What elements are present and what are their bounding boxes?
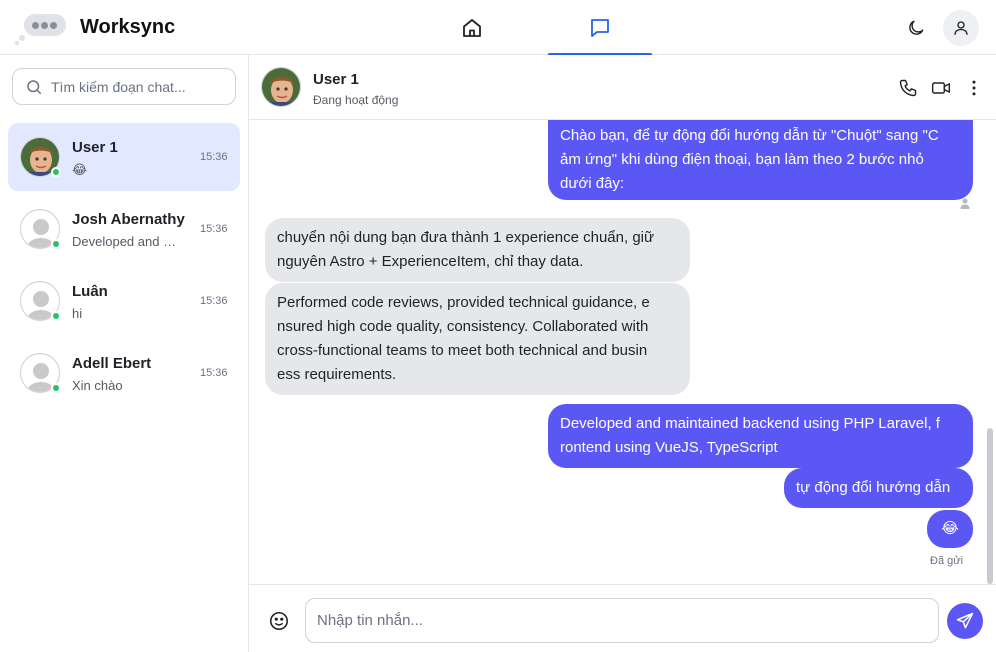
conversation-name: Adell Ebert	[72, 355, 152, 372]
message-line: cross-functional teams to meet both tech…	[277, 342, 648, 359]
message-line: nguyên Astro + ExperienceItem, chỉ thay …	[277, 253, 584, 270]
conversation-name: Luân	[72, 283, 108, 300]
message-line: Developed and maintained backend using P…	[560, 415, 940, 432]
send-button[interactable]	[947, 603, 983, 639]
top-bar: Worksync	[0, 0, 996, 56]
message-line: tự động đổi hướng dẫn	[796, 479, 951, 496]
online-indicator	[51, 239, 61, 249]
nav-chat-button[interactable]	[548, 0, 652, 56]
call-button[interactable]	[896, 76, 920, 100]
video-call-button[interactable]	[929, 76, 953, 100]
message-scrollbar[interactable]	[987, 428, 993, 584]
conversation-time: 15:36	[200, 223, 228, 235]
seen-avatar-icon	[960, 198, 970, 209]
conversation-time: 15:36	[200, 295, 228, 307]
message-input[interactable]	[305, 598, 939, 643]
conversation-preview: 😂	[72, 162, 88, 177]
chat-contact-status: Đang hoạt động	[313, 93, 399, 107]
message-line: Performed code reviews, provided technic…	[277, 294, 650, 311]
message-line: Chào bạn, để tự động đổi hướng dẫn từ "C…	[560, 127, 939, 144]
emoji-message: 😂	[941, 520, 959, 537]
online-indicator	[51, 311, 61, 321]
moon-icon	[909, 20, 924, 35]
conversation-name: User 1	[72, 139, 118, 156]
message-line: dưới đây:	[560, 175, 625, 192]
conversation-item-user-1[interactable]: User 1 😂 15:36	[8, 123, 240, 191]
message-list[interactable]: Chào bạn, để tự động đổi hướng dẫn từ "C…	[249, 120, 996, 584]
message-line: chuyển nội dung bạn đưa thành 1 experien…	[277, 229, 655, 246]
online-indicator	[51, 167, 61, 177]
message-bubble-incoming[interactable]: Performed code reviews, provided technic…	[265, 283, 690, 395]
avatar	[20, 137, 61, 177]
app-name: Worksync	[80, 15, 176, 38]
user-icon	[954, 21, 968, 35]
smiley-icon[interactable]	[268, 610, 290, 632]
conversation-item-adell-ebert[interactable]: Adell Ebert Xin chào 15:36	[8, 339, 240, 407]
chat-header: User 1 Đang hoạt động	[249, 55, 996, 120]
home-icon	[463, 18, 481, 37]
avatar	[20, 281, 61, 321]
message-line: rontend using VueJS, TypeScript	[560, 439, 778, 456]
conversation-preview: hi	[72, 306, 83, 321]
phone-icon	[899, 79, 917, 97]
search-input[interactable]	[51, 78, 221, 95]
message-bubble-outgoing[interactable]: Developed and maintained backend using P…	[548, 404, 973, 468]
nav-home-button[interactable]	[420, 0, 524, 55]
search-icon	[27, 79, 42, 94]
message-bubble-outgoing[interactable]: tự động đổi hướng dẫn	[784, 468, 973, 508]
brand[interactable]: Worksync	[14, 8, 175, 46]
message-sent-status: Đã gửi	[930, 555, 964, 567]
sidebar: User 1 😂 15:36 Josh Abernathy Developed …	[0, 55, 249, 652]
chat-contact-name: User 1	[313, 71, 359, 88]
message-bubble-outgoing[interactable]: 😂	[927, 510, 973, 548]
conversation-item-josh-abernathy[interactable]: Josh Abernathy Developed and maintained …	[8, 195, 240, 263]
message-bubble-incoming[interactable]: chuyển nội dung bạn đưa thành 1 experien…	[265, 218, 690, 282]
account-button[interactable]	[943, 10, 979, 46]
more-vertical-icon	[972, 80, 976, 96]
conversation-preview: Xin chào	[72, 378, 123, 393]
logo	[14, 8, 70, 46]
conversation-preview: Developed and maintained backend	[72, 234, 184, 249]
online-indicator	[51, 383, 61, 393]
video-icon	[931, 82, 951, 94]
conversation-item-luan[interactable]: Luân hi 15:36	[8, 267, 240, 335]
message-line: ảm ứng" khi dùng điện thoại, bạn làm the…	[560, 151, 924, 168]
conversation-time: 15:36	[200, 151, 228, 163]
send-icon	[956, 612, 974, 629]
message-bubble-outgoing[interactable]: Chào bạn, để tự động đổi hướng dẫn từ "C…	[548, 120, 973, 200]
more-options-button[interactable]	[962, 76, 986, 100]
message-line: ess requirements.	[277, 366, 397, 383]
chat-avatar[interactable]	[261, 67, 301, 107]
chat-icon	[591, 18, 609, 37]
search-box[interactable]	[12, 68, 236, 105]
conversation-time: 15:36	[200, 367, 228, 379]
avatar	[20, 209, 61, 249]
avatar	[20, 353, 61, 393]
message-line: nsured high code quality, consistency. C…	[277, 318, 649, 335]
conversation-name: Josh Abernathy	[72, 211, 185, 228]
theme-toggle-button[interactable]	[902, 14, 930, 42]
